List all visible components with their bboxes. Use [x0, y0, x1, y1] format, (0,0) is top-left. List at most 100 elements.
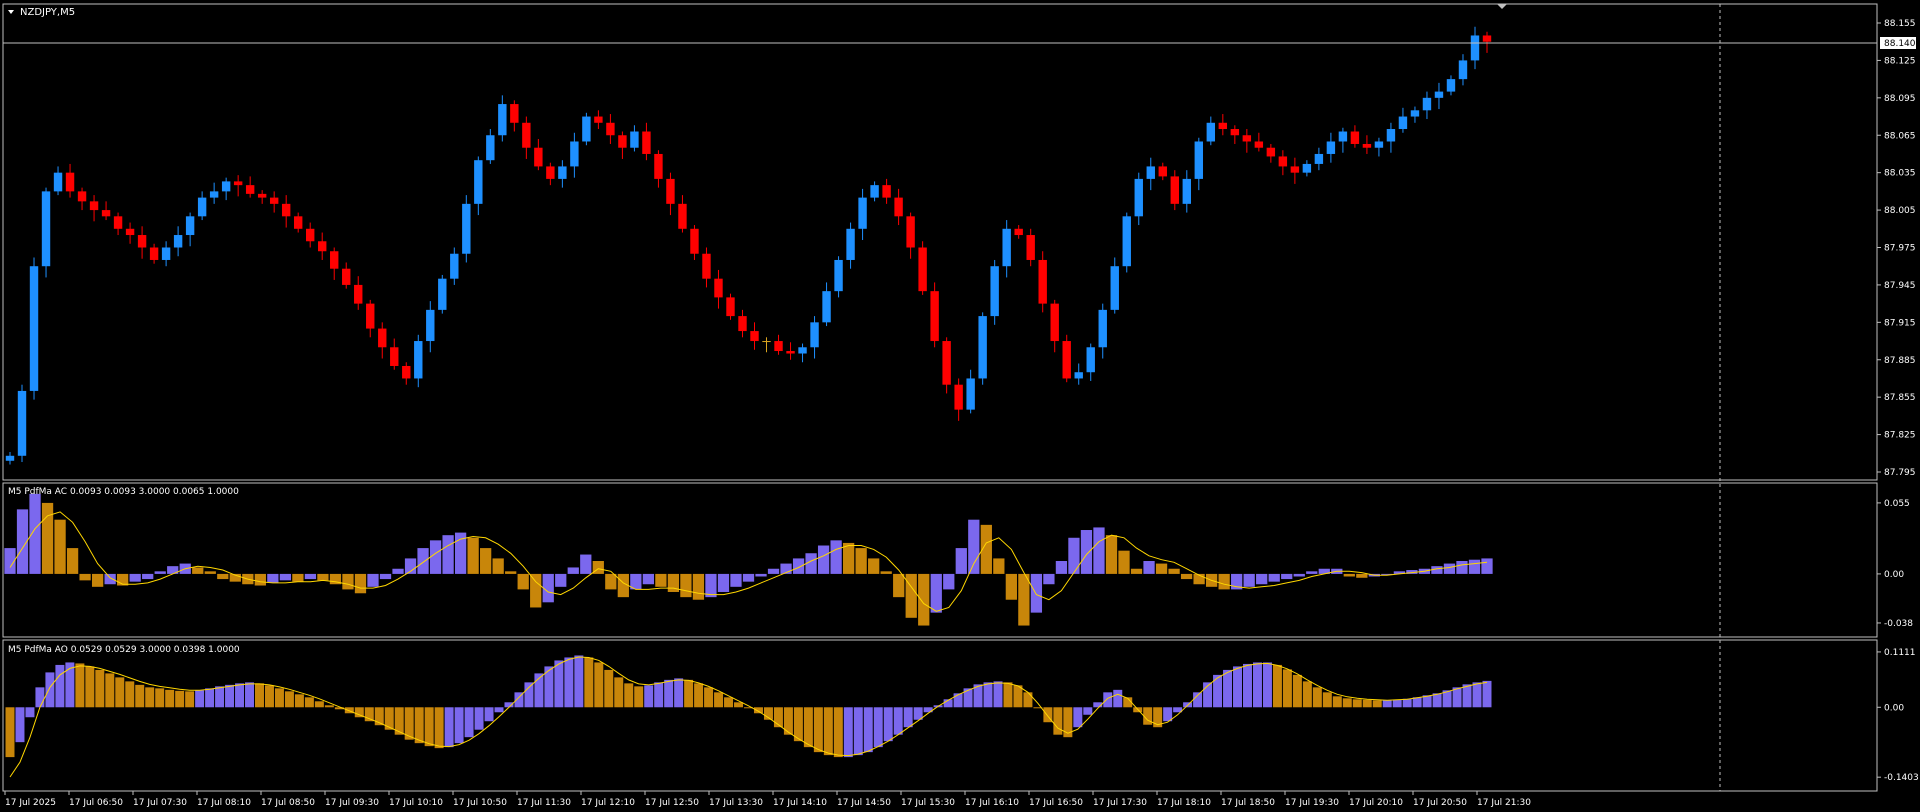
time-tick-label: 17 Jul 17:30 — [1093, 798, 1147, 808]
candle-body — [1110, 266, 1119, 310]
histogram-bar — [279, 573, 292, 581]
time-tick-label: 17 Jul 08:10 — [197, 798, 251, 808]
histogram-bar — [705, 573, 717, 598]
candle-body — [738, 316, 747, 332]
candle-body — [690, 228, 699, 254]
histogram-bar — [1481, 558, 1493, 574]
candle-body — [1470, 35, 1480, 61]
histogram-bar — [204, 571, 216, 574]
candle-body — [438, 278, 447, 310]
candle-body — [1458, 60, 1468, 80]
candle-body — [1422, 97, 1432, 111]
histogram-bar — [245, 682, 255, 708]
candle-body — [1290, 166, 1300, 173]
histogram-bar — [264, 685, 274, 708]
histogram-bar — [85, 666, 95, 708]
histogram-bar — [1456, 561, 1468, 574]
histogram-bar — [680, 573, 692, 598]
candle-body — [894, 197, 903, 217]
histogram-bar — [567, 567, 579, 574]
candle-body — [1374, 141, 1384, 148]
time-tick-label: 17 Jul 16:50 — [1029, 798, 1083, 808]
candle-body — [318, 241, 327, 252]
histogram-bar — [614, 677, 624, 708]
histogram-bar — [634, 686, 644, 708]
candle-body — [810, 322, 819, 348]
histogram-bar — [1462, 684, 1472, 708]
histogram-bar — [480, 548, 492, 574]
candle-body — [930, 291, 939, 342]
price-tick-label: 88.095 — [1884, 94, 1916, 104]
candle-body — [1350, 131, 1360, 144]
candle-body — [1002, 228, 1011, 267]
histogram-bar — [1193, 692, 1203, 708]
histogram-bar — [1043, 573, 1055, 585]
candle-body — [1122, 216, 1131, 267]
candle-body — [918, 247, 927, 292]
candle-body — [750, 331, 759, 342]
histogram-bar — [1005, 573, 1017, 600]
histogram-bar — [694, 683, 704, 708]
histogram-bar — [225, 684, 235, 708]
time-tick-label: 17 Jul 06:50 — [69, 798, 123, 808]
candle-body — [546, 166, 555, 179]
histogram-bar — [154, 571, 166, 574]
histogram-bar — [953, 693, 963, 708]
candle-body — [1050, 303, 1059, 342]
chart-window[interactable]: NZDJPY,M5 88.155 88.125 88.095 88.065 88.035… — [0, 0, 1920, 812]
histogram-bar — [379, 573, 392, 580]
histogram-bar — [692, 573, 705, 600]
candle-body — [798, 347, 807, 354]
candle-body — [786, 351, 795, 354]
candle-body — [209, 191, 219, 198]
histogram-bar — [530, 573, 542, 608]
candle-body — [1302, 163, 1312, 173]
histogram-bar — [185, 691, 195, 708]
histogram-bar — [1073, 707, 1083, 728]
time-tick-label: 17 Jul 15:30 — [901, 798, 955, 808]
time-tick-label: 17 Jul 19:30 — [1285, 798, 1339, 808]
histogram-bar — [880, 571, 892, 574]
histogram-bar — [1083, 707, 1093, 715]
candle-body — [522, 122, 531, 148]
histogram-bar — [893, 573, 905, 598]
candle-body — [594, 116, 603, 123]
histogram-bar — [930, 573, 942, 613]
candle-body — [1326, 141, 1336, 154]
histogram-bar — [868, 558, 880, 574]
histogram-bar — [255, 683, 264, 708]
candle-body — [1038, 259, 1047, 304]
time-tick-label: 17 Jul 18:50 — [1221, 798, 1275, 808]
candle-body — [486, 135, 495, 161]
indicator-tick-label: 0.00 — [1884, 570, 1904, 580]
histogram-bar — [505, 571, 517, 574]
histogram-bar — [215, 686, 225, 708]
candle-body — [450, 253, 459, 279]
candle-body — [137, 235, 147, 248]
histogram-bar — [1023, 692, 1033, 708]
histogram-bar — [580, 554, 592, 574]
histogram-bar — [1168, 568, 1180, 574]
price-tick-label: 88.005 — [1884, 206, 1916, 216]
candle-body — [1398, 116, 1408, 130]
histogram-bar — [464, 707, 474, 738]
price-tick-label: 88.035 — [1884, 169, 1916, 179]
candle-body — [1434, 91, 1444, 98]
histogram-bar — [492, 558, 504, 574]
histogram-bar — [66, 548, 79, 574]
indicator-tick-label: 0.00 — [1884, 703, 1904, 713]
histogram-bar — [192, 567, 204, 574]
histogram-bar — [91, 573, 104, 587]
histogram-bar — [195, 690, 205, 708]
histogram-bar — [1372, 700, 1382, 708]
histogram-bar — [294, 694, 304, 708]
histogram-bar — [429, 540, 442, 574]
histogram-bar — [604, 669, 614, 708]
histogram-bar — [155, 688, 165, 708]
histogram-bar — [542, 573, 554, 603]
histogram-bar — [517, 573, 529, 590]
candle-body — [5, 455, 15, 461]
candle-body — [606, 122, 615, 136]
histogram-bar — [993, 681, 1003, 708]
histogram-bar — [943, 573, 955, 590]
